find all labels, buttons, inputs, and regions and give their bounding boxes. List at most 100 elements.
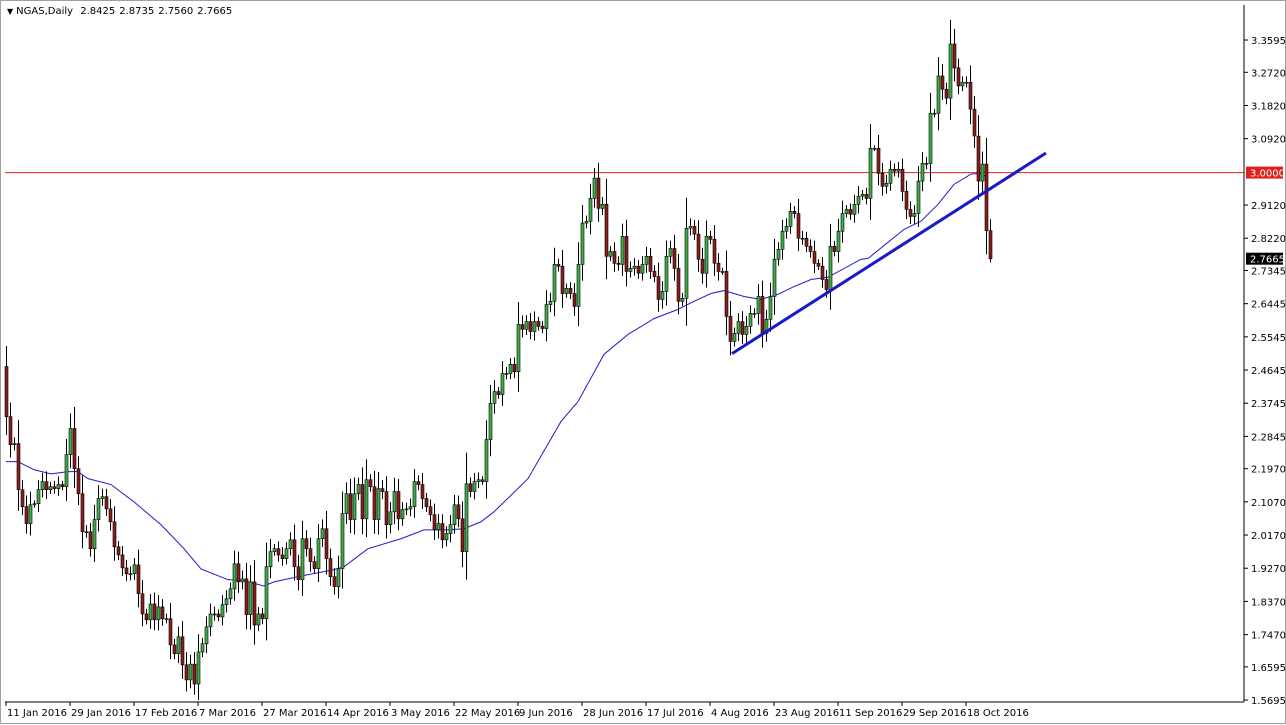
candle [432,503,437,540]
y-tick-label: 2.6445 [1251,300,1286,311]
candle-body-bull [196,651,201,685]
candle-body-bear [480,479,485,482]
candle [568,282,573,300]
candle [848,203,853,220]
candle-body-bull [444,533,449,541]
candle-body-bear [332,576,337,587]
candle-body-bull [772,258,777,297]
candle [56,476,61,496]
candle [308,537,313,572]
candle-body-bull [340,513,345,569]
candle-body-bull [836,230,841,252]
candle [244,562,249,630]
candle [336,555,341,599]
candle-body-bull [400,509,405,520]
candle [692,220,697,240]
candle-body-bull [660,291,665,300]
candle-body-bear [968,81,973,110]
dropdown-triangle-icon[interactable]: ▼ [7,7,13,16]
candle-body-bear [236,563,241,583]
candle [500,361,505,406]
candle [716,253,721,281]
candle [252,560,257,645]
candle-body-bull [800,237,805,240]
candle-body-bear [848,209,853,215]
candle-body-bull [768,296,773,320]
candle [140,579,145,627]
candle-body-bear [652,271,657,277]
candle-body-bull [228,588,233,600]
candle [292,524,297,581]
candle [784,218,789,239]
candle [44,471,49,499]
candle [40,472,45,498]
candle [648,248,653,279]
candle-body-bull [920,163,925,182]
candle-body-bull [436,523,441,531]
candle [900,158,905,202]
price-chart[interactable]: 3.3595 3.2720 3.1820 3.0920 2.9120 2.8220 2.73… [1,1,1286,725]
candle-body-bull [204,626,209,645]
candle-body-bear [700,258,705,274]
candle [780,219,785,260]
candle-body-bear [816,262,821,267]
candle [924,156,929,170]
candle-body-bear [244,578,249,615]
candle-body-bull [352,493,357,520]
candle [664,240,669,306]
candle-body-bear [16,443,21,490]
candle [896,161,901,178]
candle-body-bear [304,538,309,549]
candle-body-bull [448,524,453,534]
candle-body-bull [872,147,877,150]
candle [332,568,337,595]
candle [540,321,545,334]
candle [544,290,549,342]
candle [620,223,625,276]
candle-body-bull [664,255,669,292]
candle-body-bull [388,511,393,526]
candle-body-bull [132,564,137,575]
y-tick-label: 2.5545 [1251,333,1286,344]
candle-body-bear [368,479,373,488]
candle [416,475,421,491]
candle [120,546,125,576]
candle-body-bull [592,177,597,199]
candle [872,145,877,151]
candle-body-bull [912,213,917,217]
candle [164,613,169,624]
candle-body-bear [712,239,717,264]
candle [684,197,689,326]
candle-body-bear [312,561,317,569]
candle-body-bear [396,491,401,520]
chart-window[interactable]: 3.3595 3.2720 3.1820 3.0920 2.9120 2.8220 2.73… [0,0,1286,724]
candle [64,439,69,501]
candle [852,194,857,223]
candle [32,500,37,508]
candle [152,592,157,631]
y-tick-label: 2.3745 [1251,399,1286,410]
candle [264,542,269,641]
candle-body-bull [936,75,941,114]
x-tick-label: 23 Aug 2016 [775,708,839,719]
candle-body-bull [732,333,737,342]
candle-body-bull [256,613,261,626]
candle-body-bull [548,300,553,305]
x-tick-label: 11 Sep 2016 [839,708,902,719]
candle [660,281,665,309]
candle-body-bull [928,112,933,164]
candle-body-bull [188,663,193,681]
candle-body-bull [564,288,569,294]
candle-body-bull [756,296,761,314]
candle-body-bear [20,489,25,507]
candle-body-bull [916,180,921,214]
candle [788,203,793,234]
candle [804,231,809,253]
candle-body-bear [740,321,745,335]
candle [212,606,217,621]
candle-body-bear [672,248,677,269]
candle [480,476,485,485]
candle-body-bull [376,488,381,520]
candle-body-bull [176,636,181,655]
y-tick-label: 2.7345 [1251,266,1286,277]
